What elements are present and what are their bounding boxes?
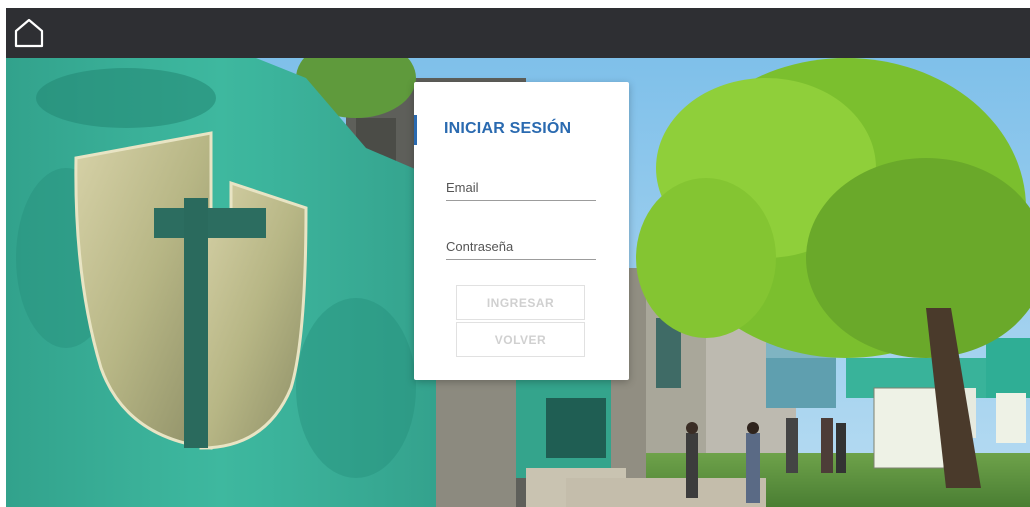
login-title: INICIAR SESIÓN (444, 120, 572, 137)
top-bar (6, 8, 1030, 58)
app-frame: INICIAR SESIÓN INGRESAR VOLVER (6, 8, 1030, 507)
login-card: INICIAR SESIÓN INGRESAR VOLVER (414, 82, 629, 380)
password-field[interactable] (446, 233, 596, 260)
login-button[interactable]: INGRESAR (456, 285, 585, 320)
title-accent-bar (414, 115, 417, 145)
email-field[interactable] (446, 174, 596, 201)
back-button[interactable]: VOLVER (456, 322, 585, 357)
home-icon[interactable] (12, 16, 46, 50)
